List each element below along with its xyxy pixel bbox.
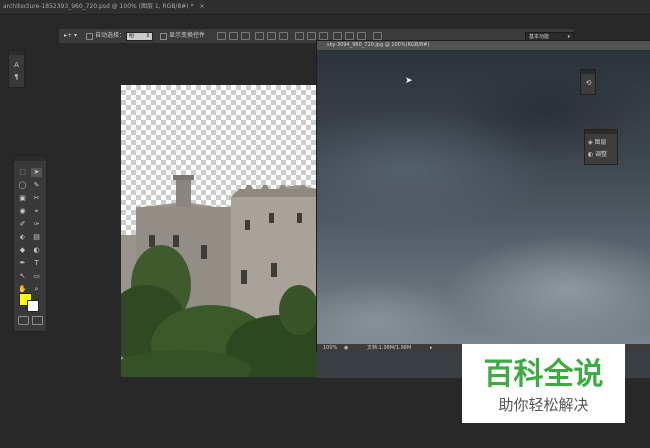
distribute-center-icon[interactable] bbox=[345, 32, 354, 40]
auto-select-checkbox[interactable] bbox=[86, 33, 93, 40]
path-select-tool-icon[interactable]: ↖ bbox=[17, 272, 28, 281]
brush-tool-icon[interactable]: ✐ bbox=[17, 220, 28, 229]
close-tab-icon[interactable]: × bbox=[199, 3, 204, 10]
quick-mask-icon[interactable] bbox=[18, 316, 29, 325]
heal-tool-icon[interactable]: ⌖ bbox=[31, 207, 42, 216]
character-panel-icon[interactable]: A bbox=[11, 61, 22, 70]
background-color-swatch[interactable] bbox=[27, 300, 39, 312]
sky-image[interactable] bbox=[317, 50, 650, 345]
watermark-title: 百科全说 bbox=[483, 357, 604, 392]
panel-grip[interactable] bbox=[14, 156, 46, 161]
align-top-icon[interactable] bbox=[217, 32, 226, 40]
tools-panel: ⬚ ➤ ◯ ✎ ▣ ✂ ◉ ⌖ ✐ ✑ ⬖ ▤ ◆ ◐ ✒ T ↖ ▭ ✋ ⌕ bbox=[13, 155, 47, 332]
castle-photo-layer bbox=[121, 175, 318, 377]
quick-select-tool-icon[interactable]: ✎ bbox=[31, 181, 42, 190]
document-tab-title: architecture-1852393_960_720.psd @ 100% … bbox=[3, 3, 194, 10]
dodge-tool-icon[interactable]: ◐ bbox=[31, 246, 42, 255]
distribute-top-icon[interactable] bbox=[295, 32, 304, 40]
move-tool-icon[interactable]: ➤ bbox=[31, 168, 42, 177]
show-transform-checkbox[interactable] bbox=[160, 33, 167, 40]
align-middle-icon[interactable] bbox=[229, 32, 238, 40]
panel-grip[interactable] bbox=[585, 130, 617, 134]
auto-select-value: 组 bbox=[129, 33, 135, 39]
lasso-tool-icon[interactable]: ◯ bbox=[17, 181, 28, 190]
adjust-icon: ◐ bbox=[588, 151, 594, 158]
pen-tool-icon[interactable]: ✒ bbox=[17, 259, 28, 268]
panel-grip[interactable] bbox=[9, 51, 24, 55]
distribute-middle-icon[interactable] bbox=[307, 32, 316, 40]
zoom-tool-icon[interactable]: ⌕ bbox=[31, 285, 42, 294]
adjust-label: 调整 bbox=[595, 151, 608, 158]
character-panel-dock: A ¶ bbox=[8, 50, 25, 88]
align-left-icon[interactable] bbox=[255, 32, 264, 40]
align-right-icon[interactable] bbox=[279, 32, 288, 40]
distribute-left-icon[interactable] bbox=[333, 32, 342, 40]
layers-label: 图层 bbox=[594, 139, 607, 146]
layers-panel-dock: ◈ 图层 ◐ 调整 bbox=[584, 129, 618, 165]
history-icon[interactable]: ⟲ bbox=[583, 79, 594, 88]
history-panel-dock: ⟲ bbox=[580, 69, 596, 95]
watermark-subtitle: 助你轻松解决 bbox=[498, 396, 589, 414]
gradient-tool-icon[interactable]: ▤ bbox=[31, 233, 42, 242]
auto-select-label: 自动选择： bbox=[95, 32, 126, 39]
crop-tool-icon[interactable]: ▣ bbox=[17, 194, 28, 203]
shape-tool-icon[interactable]: ▭ bbox=[31, 272, 42, 281]
distribute-bottom-icon[interactable] bbox=[319, 32, 328, 40]
document-canvas[interactable] bbox=[121, 85, 318, 377]
adjust-panel-tab[interactable]: ◐ 调整 bbox=[588, 150, 607, 159]
eyedropper-tool-icon[interactable]: ◉ bbox=[17, 207, 28, 216]
auto-align-icon[interactable] bbox=[373, 32, 382, 40]
auto-select-dropdown[interactable]: 组 ⇕ bbox=[126, 32, 153, 41]
type-tool-icon[interactable]: T bbox=[31, 259, 42, 268]
sky-document-window[interactable]: sky-3094_960_720.jpg @ 100%(RGB/8#) ➤ ⟲ … bbox=[316, 40, 650, 354]
show-transform-label: 显示变换控件 bbox=[169, 32, 206, 39]
mouse-cursor-icon: ➤ bbox=[405, 76, 413, 86]
distribute-right-icon[interactable] bbox=[357, 32, 366, 40]
sky-window-titlebar[interactable]: sky-3094_960_720.jpg @ 100%(RGB/8#) bbox=[317, 41, 650, 50]
watermark-logo: 百科全说 助你轻松解决 bbox=[462, 344, 625, 423]
document-tab[interactable]: architecture-1852393_960_720.psd @ 100% … bbox=[0, 0, 205, 14]
move-tool-preset-icon[interactable]: ▸+ ▾ bbox=[64, 29, 77, 43]
panel-grip[interactable] bbox=[581, 70, 595, 74]
eraser-tool-icon[interactable]: ⬖ bbox=[17, 233, 28, 242]
layers-icon: ◈ bbox=[588, 139, 593, 146]
screen-mode-icon[interactable] bbox=[32, 316, 43, 325]
chevron-down-icon: ⇕ bbox=[145, 33, 150, 39]
slice-tool-icon[interactable]: ✂ bbox=[31, 194, 42, 203]
stamp-tool-icon[interactable]: ✑ bbox=[31, 220, 42, 229]
layers-panel-tab[interactable]: ◈ 图层 bbox=[588, 138, 607, 147]
marquee-tool-icon[interactable]: ⬚ bbox=[17, 168, 28, 177]
sky-window-title: sky-3094_960_720.jpg @ 100%(RGB/8#) bbox=[327, 42, 430, 48]
align-center-icon[interactable] bbox=[267, 32, 276, 40]
paragraph-panel-icon[interactable]: ¶ bbox=[11, 73, 22, 82]
blur-tool-icon[interactable]: ◆ bbox=[17, 246, 28, 255]
document-tab-bar: architecture-1852393_960_720.psd @ 100% … bbox=[0, 0, 650, 15]
align-bottom-icon[interactable] bbox=[241, 32, 250, 40]
